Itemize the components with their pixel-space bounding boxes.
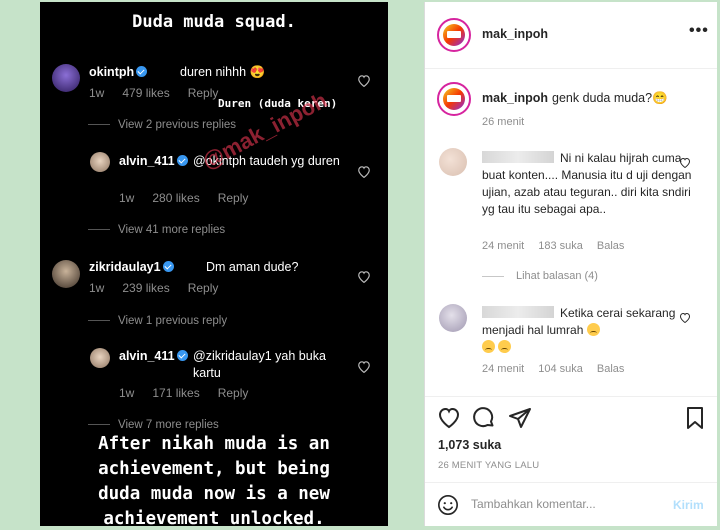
caption-line: achievement unlocked. [103,509,325,526]
heart-icon [358,271,370,283]
reply-button[interactable]: Balas [597,363,625,375]
comment-meta: 1w 479 likes Reply [89,86,219,100]
verified-icon [136,66,148,77]
image-caption: After nikah muda is an achievement, but … [40,432,388,526]
sad-emoji-icon [498,340,512,353]
share-send-icon[interactable] [508,406,532,430]
comment-meta: 1w 239 likes Reply [89,281,219,295]
verified-icon [176,155,188,166]
sad-emoji-icon [586,323,600,336]
blurred-username [482,151,554,163]
post-panel: mak_inpoh ••• mak_inpoh genk duda muda?😁 … [424,2,717,526]
verified-icon [162,261,174,272]
comment-meta: 1w 171 likes Reply [119,386,249,400]
comment-meta: 1w 280 likes Reply [119,191,249,205]
comment-username: zikridaulay1 [89,260,176,274]
view-replies: View 1 previous reply [88,315,227,327]
heart-icon [358,166,370,178]
comment-meta: 24 menit 183 suka Balas [482,240,638,252]
divider [425,68,717,69]
heart-icon [358,361,370,373]
add-comment-row: Kirim [425,482,717,526]
comment-bubble-icon[interactable] [472,406,496,430]
heart-icon[interactable] [679,157,691,168]
sad-emoji-icon [482,340,495,353]
comment-text: duren nihhh 😍 [180,65,266,79]
heart-icon [358,75,370,87]
commenter-avatar[interactable] [439,148,467,176]
comment-meta: 24 menit 104 suka Balas [482,363,638,375]
comment-time: 24 menit [482,363,525,375]
emoji-icon[interactable] [437,494,459,516]
comment-text: Ni ni kalau hijrah cuma buat konten.... … [482,151,692,216]
comment-likes[interactable]: 183 suka [538,240,583,252]
zikri-avatar [52,260,80,288]
alvin-avatar [90,152,110,172]
more-options-icon[interactable]: ••• [689,22,709,40]
view-replies: View 41 more replies [88,224,225,236]
view-replies-button[interactable]: Lihat balasan (4) [482,270,598,282]
comment-text: Dm aman dude? [206,260,299,274]
divider [425,396,717,397]
account-avatar[interactable] [437,18,471,52]
comment-username: okintph [89,65,149,79]
view-replies: View 2 previous replies [88,119,236,131]
like-heart-icon[interactable] [437,406,461,430]
alvin-avatar [90,348,110,368]
reply-button[interactable]: Balas [597,240,625,252]
post-image: Duda muda squad. okintph duren nihhh 😍 1… [40,2,388,526]
account-username[interactable]: mak_inpoh [482,27,548,41]
image-title: Duda muda squad. [132,12,296,32]
save-bookmark-icon[interactable] [683,406,707,430]
comment-username: alvin_411 [119,154,190,168]
comment-text: @zikridaulay1 yah buka kartu [193,349,326,380]
blurred-username [482,306,554,318]
comment-likes[interactable]: 104 suka [538,363,583,375]
caption-username[interactable]: mak_inpoh [482,91,548,105]
post-timestamp: 26 MENIT YANG LALU [438,460,540,471]
action-bar [437,406,709,434]
likes-count[interactable]: 1,073 suka [438,438,501,452]
view-replies: View 7 more replies [88,419,219,431]
comment-username: alvin_411 [119,349,190,363]
caption-text: genk duda muda?😁 [552,91,668,105]
verified-icon [176,350,188,361]
caption-line: duda muda now is a new [98,484,330,504]
caption-line: achievement, but being [98,459,330,479]
post-caption: mak_inpoh genk duda muda?😁 [482,90,707,106]
comment-text: Ketika cerai sekarang menjadi hal lumrah [482,305,692,356]
commenter-avatar[interactable] [439,304,467,332]
okintph-avatar [52,64,80,92]
comment-input[interactable] [471,497,661,511]
caption-time: 26 menit [482,116,525,128]
heart-icon[interactable] [679,312,691,323]
comment-time: 24 menit [482,240,525,252]
caption-avatar[interactable] [437,82,471,116]
caption-line: After nikah muda is an [98,434,330,454]
send-button[interactable]: Kirim [673,498,704,512]
